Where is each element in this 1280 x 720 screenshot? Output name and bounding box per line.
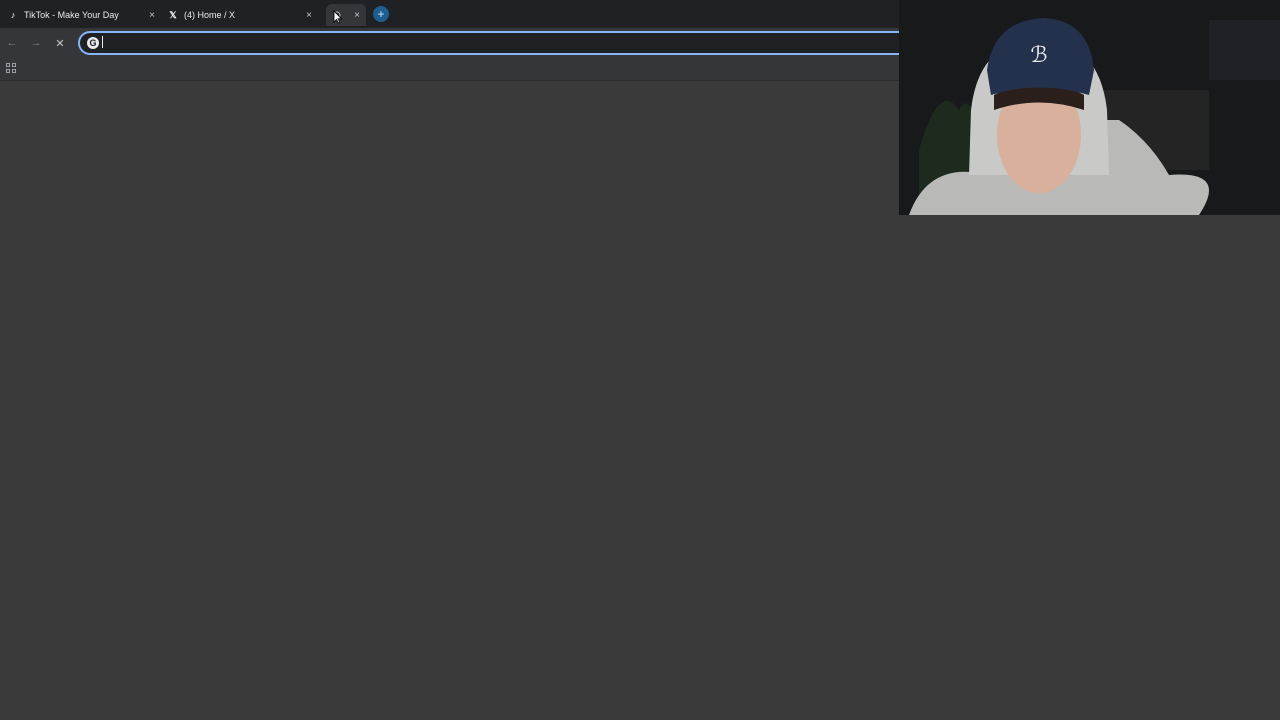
mouse-cursor-icon [333, 10, 343, 24]
x-icon: 𝕏 [169, 9, 177, 20]
browser-window: ♪ TikTok - Make Your Day × 𝕏 (4) Home / … [0, 0, 899, 720]
new-tab-button[interactable]: + [373, 6, 389, 22]
tab-x-home[interactable]: 𝕏 (4) Home / X × [168, 4, 320, 26]
svg-text:ℬ: ℬ [1030, 43, 1047, 68]
forward-arrow-icon[interactable]: → [28, 35, 44, 51]
tiktok-icon: ♪ [10, 10, 16, 20]
page-content [0, 81, 899, 720]
back-arrow-icon[interactable]: ← [4, 35, 20, 51]
tab-tiktok[interactable]: ♪ TikTok - Make Your Day × [8, 4, 160, 26]
tab-strip: ♪ TikTok - Make Your Day × 𝕏 (4) Home / … [0, 0, 899, 28]
tab-title: TikTok - Make Your Day [24, 10, 119, 20]
stop-loading-icon[interactable]: ✕ [52, 35, 68, 51]
text-caret [102, 36, 103, 48]
navigation-toolbar: ← → ✕ G [0, 28, 899, 58]
tab-title: (4) Home / X [184, 10, 236, 20]
close-tab-icon[interactable]: × [303, 9, 315, 21]
address-bar[interactable]: G [78, 31, 899, 55]
address-input[interactable] [105, 36, 899, 50]
google-icon: G [87, 37, 99, 49]
webcam-image: ℬ [899, 0, 1280, 215]
webcam-overlay: ℬ [899, 0, 1280, 215]
close-tab-icon[interactable]: × [146, 9, 158, 21]
apps-grid-icon[interactable] [6, 63, 16, 73]
tab-new-loading[interactable]: × [326, 4, 366, 26]
bookmarks-bar [0, 58, 899, 81]
close-tab-icon[interactable]: × [351, 9, 363, 21]
